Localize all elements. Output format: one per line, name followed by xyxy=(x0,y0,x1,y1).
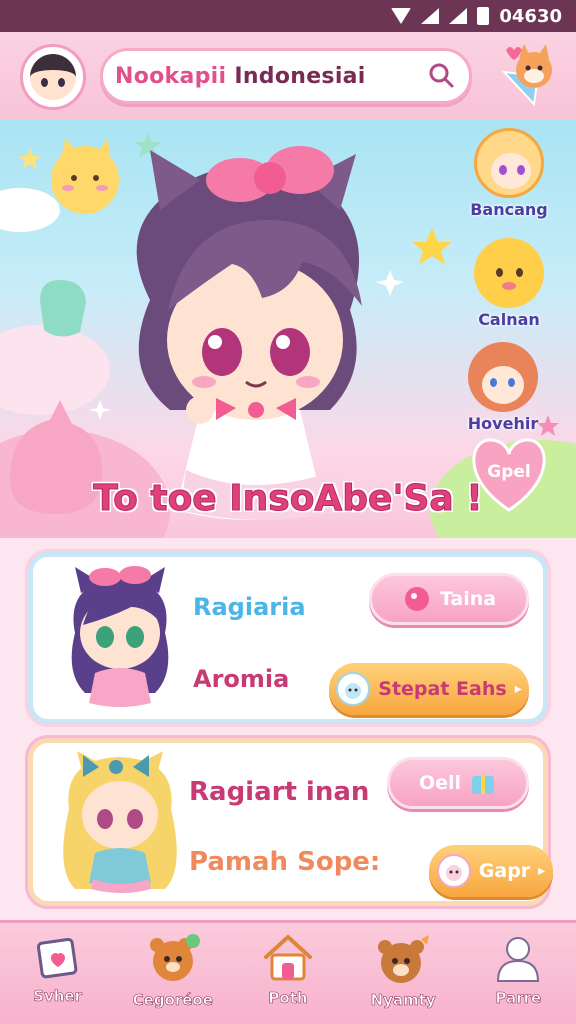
nav-item-3-label: Poth xyxy=(268,989,308,1008)
app-title-part2: Indonesiai xyxy=(234,63,366,89)
hero-banner: Bancang Calnan Hovehir Gpel To toe InsoA… xyxy=(0,120,576,538)
nav-item-4[interactable]: Nyamty xyxy=(353,933,453,1009)
fox-girl-icon xyxy=(468,342,538,412)
nav-item-2-label: Cegoréoe xyxy=(132,991,213,1010)
nav-item-4-label: Nyamty xyxy=(370,991,436,1010)
side-character-2[interactable]: Calnan xyxy=(466,238,552,329)
avatar[interactable] xyxy=(20,44,86,110)
card-2-secondary-button-label: Gapr xyxy=(478,860,531,882)
avatar-face-icon xyxy=(30,54,76,100)
signal-icon xyxy=(421,8,440,24)
pink-cat-icon xyxy=(436,854,471,888)
fox-badge-icon[interactable] xyxy=(494,42,560,110)
wifi-icon xyxy=(391,8,412,24)
card-2-subtitle: Pamah Sope: xyxy=(189,847,381,877)
card-2-primary-button-label: Oell xyxy=(418,772,462,794)
side-character-1-label: Bancang xyxy=(470,200,548,219)
side-character-1[interactable]: Bancang xyxy=(466,128,552,219)
cat-face-icon xyxy=(336,672,371,706)
status-bar: 04630 xyxy=(0,0,576,32)
nav-item-3[interactable]: Poth xyxy=(238,933,338,1007)
app-title-part1: Nookapii xyxy=(115,63,227,89)
side-character-2-label: Calnan xyxy=(478,310,540,329)
card-1-secondary-button[interactable]: Stepat Eahs ▸ xyxy=(329,663,529,715)
card-1-primary-button-label: Taina xyxy=(439,588,497,610)
chevron-right-icon: ▸ xyxy=(538,863,546,879)
card-2-primary-button[interactable]: Oell xyxy=(387,757,529,809)
chick-icon xyxy=(474,238,544,308)
gift-icon xyxy=(472,776,495,794)
bear-icon xyxy=(149,934,200,981)
hero-tagline: To toe InsoAbe'Sa ! xyxy=(93,478,483,520)
cat-girl-blonde-icon xyxy=(63,751,177,893)
nav-item-5-label: Parre xyxy=(495,989,542,1008)
cat-girl-purple-icon xyxy=(71,566,169,707)
side-character-3[interactable]: Hovehir xyxy=(460,342,546,433)
search-bar[interactable]: Nookapii Indonesiai xyxy=(100,48,472,104)
card-2-title: Ragiart inan xyxy=(189,777,370,807)
nav-item-1[interactable]: Svher xyxy=(8,933,108,1005)
nav-item-1-label: Svher xyxy=(33,987,83,1006)
nav-item-2[interactable]: Cegoréoe xyxy=(123,933,223,1009)
nav-item-5[interactable]: Parre xyxy=(468,933,568,1007)
signal-icon-2 xyxy=(449,8,468,24)
card-1-secondary-button-label: Stepat Eahs xyxy=(378,678,507,700)
battery-icon xyxy=(477,7,490,25)
app-title: Nookapii Indonesiai xyxy=(115,64,366,89)
bird-icon xyxy=(404,587,429,611)
chevron-right-icon: ▸ xyxy=(514,681,522,697)
app-header: Nookapii Indonesiai xyxy=(0,32,576,120)
cat-girl-icon xyxy=(474,128,544,198)
side-character-3-label: Hovehir xyxy=(467,414,539,433)
bear-face-icon xyxy=(378,935,430,983)
character-card-1[interactable]: Ragiaria Aromia Taina Stepat Eahs ▸ xyxy=(28,552,548,724)
search-icon[interactable] xyxy=(427,61,455,89)
bottom-nav: Svher Cegoréoe Poth Nyamty Parre xyxy=(0,920,576,1024)
card-heart-icon xyxy=(36,937,77,979)
card-1-title: Ragiaria xyxy=(193,593,306,621)
character-card-2[interactable]: Ragiart inan Pamah Sope: Oell Gapr ▸ xyxy=(28,738,553,906)
card-2-secondary-button[interactable]: Gapr ▸ xyxy=(429,845,553,897)
card-1-subtitle: Aromia xyxy=(193,665,290,693)
user-icon xyxy=(497,937,540,982)
status-time: 04630 xyxy=(499,5,562,27)
card-1-primary-button[interactable]: Taina xyxy=(369,573,529,625)
home-icon xyxy=(263,935,312,981)
